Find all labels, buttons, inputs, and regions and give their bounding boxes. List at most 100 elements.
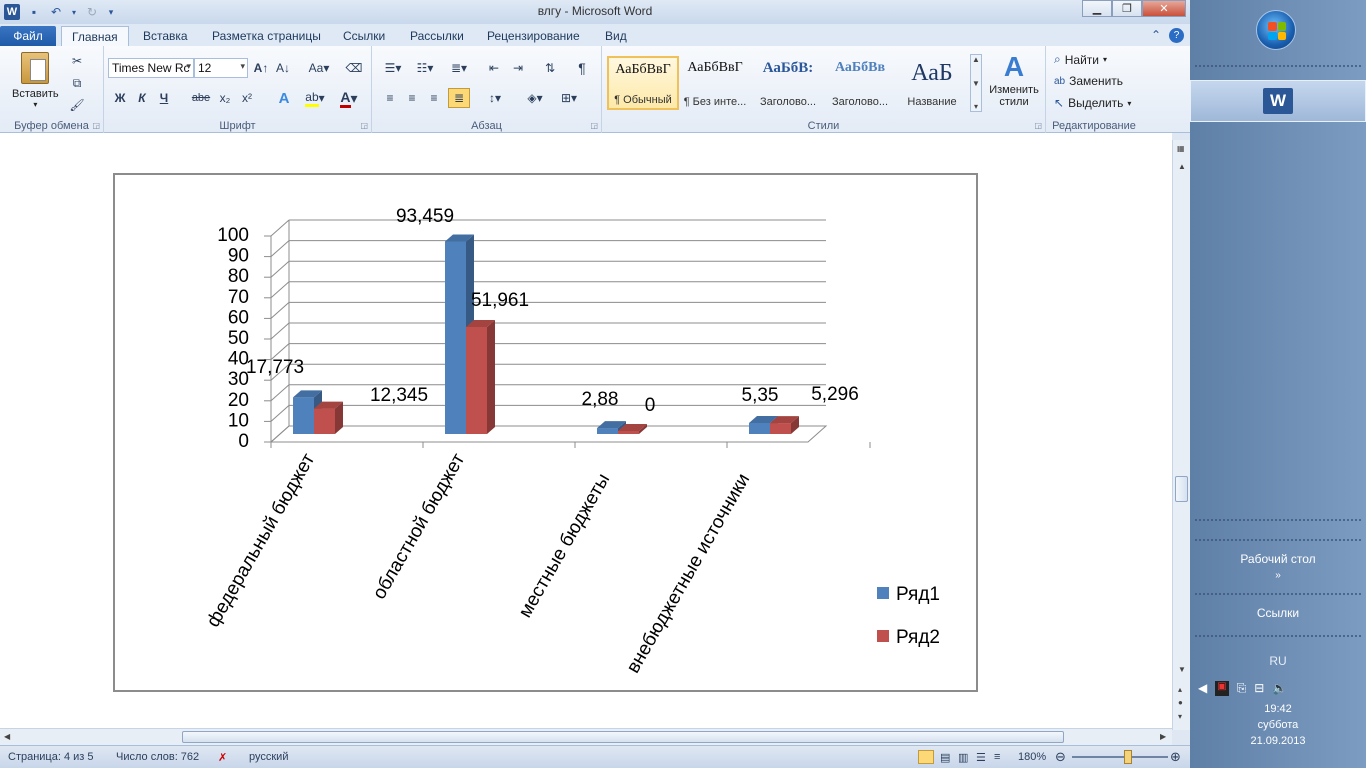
full-screen-view-icon[interactable]: ▤: [940, 751, 950, 764]
increase-indent-icon[interactable]: ⇥: [508, 59, 528, 77]
shading-icon[interactable]: ◈▾: [522, 89, 548, 107]
clear-formatting-icon[interactable]: ⌫: [344, 59, 364, 77]
change-case-button[interactable]: Aa ▾: [306, 59, 332, 77]
draft-view-icon[interactable]: ≡: [994, 751, 1000, 763]
close-button[interactable]: ✕: [1142, 0, 1186, 17]
horizontal-scrollbar[interactable]: ◀ ▶: [0, 728, 1172, 745]
minimize-button[interactable]: ▁: [1082, 0, 1112, 17]
clock-time[interactable]: 19:42: [1190, 703, 1366, 715]
print-layout-view-icon[interactable]: [918, 750, 934, 764]
horizontal-scroll-thumb[interactable]: [182, 731, 1064, 743]
language-indicator[interactable]: русский: [249, 751, 288, 763]
vertical-scroll-thumb[interactable]: [1175, 476, 1188, 502]
align-center-icon[interactable]: ≡: [402, 89, 422, 107]
tab-insert[interactable]: Вставка: [133, 26, 198, 46]
tab-references[interactable]: Ссылки: [333, 26, 395, 46]
cut-icon[interactable]: ✂: [68, 52, 86, 70]
show-hidden-icons-icon[interactable]: ◀: [1198, 681, 1207, 696]
zoom-slider-thumb[interactable]: [1124, 750, 1132, 764]
next-page-icon[interactable]: ▾: [1178, 712, 1182, 721]
page-indicator[interactable]: Страница: 4 из 5: [8, 751, 94, 763]
select-button[interactable]: ↖ Выделить ▾: [1054, 96, 1131, 110]
highlight-icon[interactable]: ab ▾: [302, 89, 328, 107]
bullets-icon[interactable]: ☰▾: [380, 59, 406, 77]
tab-home[interactable]: Главная: [61, 26, 129, 46]
proofing-icon[interactable]: ✗: [218, 751, 227, 764]
vertical-scrollbar[interactable]: ▦ ▲ ▼ ▴ ● ▾: [1172, 140, 1190, 730]
clipboard-launcher-icon[interactable]: ◲: [92, 121, 100, 130]
replace-button[interactable]: ab Заменить: [1054, 74, 1123, 88]
underline-button[interactable]: Ч: [156, 89, 172, 107]
style-no-spacing[interactable]: АаБбВвГ ¶ Без инте...: [679, 56, 751, 110]
tab-file[interactable]: Файл: [0, 26, 56, 46]
zoom-slider[interactable]: [1072, 756, 1168, 758]
zoom-in-icon[interactable]: ⊕: [1170, 749, 1181, 765]
volume-icon[interactable]: 🔈: [1272, 681, 1287, 696]
app-tray-icon[interactable]: ▣: [1215, 681, 1229, 696]
decrease-indent-icon[interactable]: ⇤: [484, 59, 504, 77]
bold-button[interactable]: Ж: [112, 89, 128, 107]
text-effects-icon[interactable]: A: [272, 89, 296, 107]
subscript-button[interactable]: x₂: [216, 89, 234, 107]
tab-view[interactable]: Вид: [595, 26, 637, 46]
scroll-right-icon[interactable]: ▶: [1160, 732, 1166, 741]
style-title[interactable]: АаБ Название: [896, 56, 968, 110]
styles-launcher-icon[interactable]: ◲: [1034, 121, 1042, 130]
grow-font-icon[interactable]: A↑: [252, 59, 270, 77]
font-family-select[interactable]: Times New Rc ▾: [108, 58, 194, 78]
paragraph-launcher-icon[interactable]: ◲: [590, 121, 598, 130]
italic-button[interactable]: К: [134, 89, 150, 107]
tab-page-layout[interactable]: Разметка страницы: [202, 26, 331, 46]
paste-button[interactable]: Вставить ▾: [12, 52, 59, 109]
justify-icon[interactable]: ≣: [448, 88, 470, 108]
desktop-toolbar[interactable]: Рабочий стол: [1190, 552, 1366, 566]
style-heading-1[interactable]: АаБбВ: Заголово...: [752, 56, 824, 110]
start-button[interactable]: [1256, 10, 1296, 50]
shrink-font-icon[interactable]: A↓: [274, 59, 292, 77]
input-language[interactable]: RU: [1190, 654, 1366, 668]
clock-day[interactable]: суббота: [1190, 719, 1366, 731]
line-spacing-icon[interactable]: ↕▾: [482, 89, 508, 107]
collapse-ribbon-icon[interactable]: ⌃: [1151, 28, 1161, 43]
copy-icon[interactable]: ⧉: [68, 74, 86, 92]
web-layout-view-icon[interactable]: ▥: [958, 751, 968, 764]
network-icon[interactable]: ⊟: [1254, 681, 1264, 696]
zoom-out-icon[interactable]: ⊖: [1055, 749, 1066, 765]
tab-review[interactable]: Рецензирование: [477, 26, 590, 46]
desktop-expand-icon[interactable]: »: [1190, 570, 1366, 581]
borders-icon[interactable]: ⊞▾: [556, 89, 582, 107]
clock-date[interactable]: 21.09.2013: [1190, 735, 1366, 747]
chart-object[interactable]: 0 10 20 30 40 50 60 70 80 90 100 17,773 12,345 93,459…: [113, 173, 978, 692]
help-icon[interactable]: ?: [1169, 28, 1184, 43]
word-count[interactable]: Число слов: 762: [116, 751, 199, 763]
format-painter-icon[interactable]: 🖌: [68, 96, 86, 114]
scroll-down-icon[interactable]: ▼: [1178, 665, 1186, 674]
align-left-icon[interactable]: ≡: [380, 89, 400, 107]
browse-object-icon[interactable]: ●: [1178, 698, 1183, 707]
sort-icon[interactable]: ⇅: [540, 59, 560, 77]
find-button[interactable]: ⌕ Найти ▾: [1054, 52, 1107, 67]
change-styles-button[interactable]: A Изменить стили: [986, 52, 1042, 109]
prev-page-icon[interactable]: ▴: [1178, 685, 1182, 694]
zoom-level[interactable]: 180%: [1018, 751, 1046, 763]
restore-button[interactable]: ❐: [1112, 0, 1142, 17]
show-marks-button[interactable]: ¶: [572, 59, 592, 77]
style-normal[interactable]: АаБбВвГ ¶ Обычный: [607, 56, 679, 110]
font-color-icon[interactable]: A ▾: [336, 89, 362, 108]
outline-view-icon[interactable]: ☰: [976, 751, 986, 764]
styles-gallery-scroll[interactable]: ▲ ▼ ▾: [970, 54, 982, 112]
font-launcher-icon[interactable]: ◲: [360, 121, 368, 130]
scroll-left-icon[interactable]: ◀: [4, 732, 10, 741]
font-size-select[interactable]: 12 ▾: [194, 58, 248, 78]
superscript-button[interactable]: x²: [238, 89, 256, 107]
tab-mailings[interactable]: Рассылки: [400, 26, 474, 46]
numbering-icon[interactable]: ☷▾: [412, 59, 438, 77]
ruler-toggle-icon[interactable]: ▦: [1177, 144, 1185, 153]
multilevel-list-icon[interactable]: ≣▾: [446, 59, 472, 77]
strikethrough-button[interactable]: abe: [190, 89, 212, 107]
align-right-icon[interactable]: ≡: [424, 89, 444, 107]
links-toolbar[interactable]: Ссылки: [1190, 606, 1366, 620]
style-heading-2[interactable]: АаБбВв Заголово...: [824, 56, 896, 110]
usb-icon[interactable]: ⎘: [1237, 681, 1247, 696]
scroll-up-icon[interactable]: ▲: [1178, 162, 1186, 171]
